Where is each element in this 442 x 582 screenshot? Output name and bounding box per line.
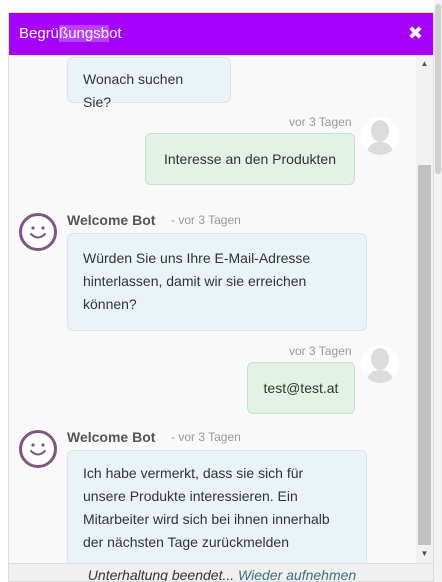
- user-avatar: [361, 117, 399, 155]
- bot-avatar: [19, 430, 57, 468]
- bot-message-bubble: Würden Sie uns Ihre E-Mail-Adresse hinte…: [67, 233, 367, 331]
- user-message-bubble: Interesse an den Produkten: [145, 133, 355, 185]
- message-timestamp: vor 3 Tagen: [289, 115, 352, 129]
- message-timestamp: - vor 3 Tagen: [171, 213, 241, 227]
- user-message-bubble: test@test.at: [247, 362, 355, 414]
- bot-message-bubble: Wonach suchen Sie?: [67, 57, 231, 110]
- bot-message-line: Mitarbeiter wird sich bei ihnen innerhal…: [83, 511, 330, 527]
- bot-message-line: hinterlassen, damit wir sie erreichen: [83, 273, 307, 289]
- user-avatar: [361, 345, 399, 383]
- bot-name: Welcome Bot: [67, 429, 156, 445]
- bot-message-text: Wonach suchen Sie?: [83, 71, 184, 110]
- chat-window: Begrüßungsbot ✖ Wonach suchen Sie? vor 3…: [8, 12, 434, 582]
- chat-footer: Unterhaltung beendet... Wieder aufnehmen: [9, 563, 433, 582]
- smiley-icon: [30, 443, 46, 456]
- chat-header: Begrüßungsbot ✖: [9, 13, 433, 55]
- bot-message-line: Würden Sie uns Ihre E-Mail-Adresse: [83, 250, 311, 266]
- user-message-text: Interesse an den Produkten: [163, 151, 336, 167]
- bot-message-line: unsere Produkte interessieren. Ein: [83, 488, 298, 504]
- conversation-ended-text: Unterhaltung beendet...: [87, 567, 235, 582]
- resume-conversation-link[interactable]: Wieder aufnehmen: [238, 567, 356, 581]
- message-timestamp: - vor 3 Tagen: [171, 430, 241, 444]
- chat-title-selected-text: ßungsb: [59, 25, 110, 42]
- scroll-down-arrow-icon[interactable]: ▼: [416, 547, 433, 561]
- close-icon[interactable]: ✖: [408, 22, 423, 44]
- bot-message-line: können?: [83, 296, 137, 312]
- user-message-text: test@test.at: [263, 380, 339, 396]
- user-avatar-icon: [361, 117, 399, 155]
- message-timestamp: vor 3 Tagen: [289, 344, 352, 358]
- bot-message-line: Ich habe vermerkt, dass sie sich für: [83, 465, 304, 481]
- chat-title: Begrüßungsbot: [19, 25, 122, 43]
- user-avatar-icon: [361, 345, 399, 383]
- chat-scrollbar[interactable]: ▲ ▼: [416, 55, 433, 563]
- scroll-up-arrow-icon[interactable]: ▲: [416, 57, 433, 71]
- bot-avatar: [19, 213, 57, 251]
- message-list[interactable]: Wonach suchen Sie? vor 3 Tagen Interesse…: [9, 55, 417, 563]
- chat-title-start: Begrü: [19, 25, 60, 42]
- page-scrollbar[interactable]: [434, 0, 442, 582]
- bot-message-bubble: Ich habe vermerkt, dass sie sich für uns…: [67, 450, 367, 563]
- chat-scrollbar-thumb[interactable]: [418, 165, 431, 545]
- page-scrollbar-thumb[interactable]: [435, 4, 441, 174]
- bot-name: Welcome Bot: [67, 212, 156, 228]
- smiley-icon: [30, 226, 46, 239]
- bot-message-line: der nächsten Tage zurückmelden: [83, 534, 289, 550]
- chat-title-end: ot: [109, 25, 122, 42]
